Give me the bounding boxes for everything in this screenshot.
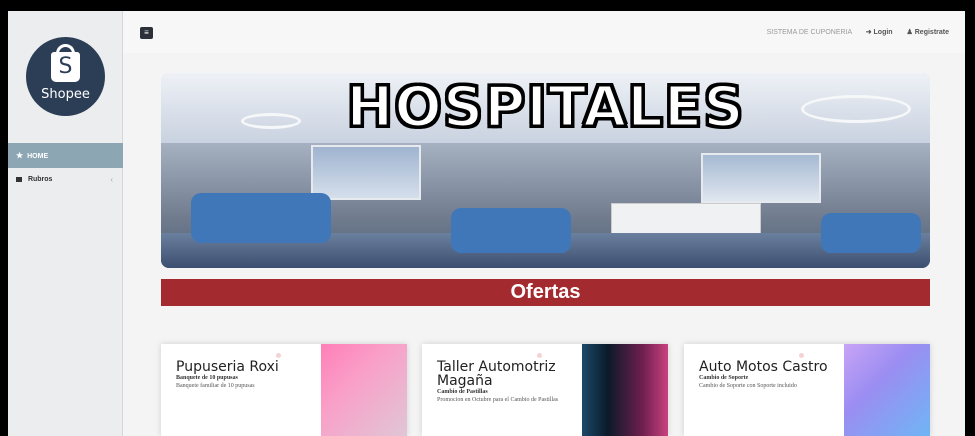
- offer-title: Pupuseria Roxi: [176, 359, 279, 375]
- chevron-left-icon[interactable]: ‹: [110, 170, 113, 190]
- top-nav-links: SISTEMA DE CUPONERIA ➜ Login ♟ Registrat…: [755, 28, 949, 36]
- sidebar: S Shopee ★ HOME Rubros ‹: [8, 11, 123, 436]
- offer-title: Auto Motos Castro: [699, 359, 828, 375]
- logo-letter: S: [58, 54, 73, 79]
- offer-description: Promocion en Octubre para el Cambio de P…: [437, 397, 559, 403]
- system-title: SISTEMA DE CUPONERIA: [766, 29, 852, 36]
- banner-window: [701, 153, 821, 203]
- dental-chair: [191, 193, 331, 243]
- dental-chair: [821, 213, 921, 253]
- square-icon: [16, 176, 22, 182]
- shopee-logo[interactable]: S Shopee: [26, 37, 105, 116]
- login-link[interactable]: ➜ Login: [866, 29, 893, 36]
- offer-subtitle: Banquete de 10 pupusas: [176, 375, 238, 381]
- register-link[interactable]: ♟ Registrate: [907, 29, 949, 36]
- sidebar-item-label: HOME: [27, 153, 49, 160]
- offer-card[interactable]: Pupuseria Roxi Banquete de 10 pupusas Ba…: [161, 344, 407, 436]
- offer-card-text: Pupuseria Roxi Banquete de 10 pupusas Ba…: [176, 360, 316, 391]
- offer-image: [582, 344, 668, 436]
- offer-image: [844, 344, 930, 436]
- offer-subtitle: Cambio de Pastillas: [437, 389, 488, 395]
- decorative-dot: [799, 353, 804, 358]
- hero-banner: HOSPITALES: [161, 73, 930, 268]
- sidebar-item-rubros[interactable]: Rubros ‹: [8, 170, 123, 190]
- logo-text: Shopee: [41, 87, 90, 102]
- sidebar-item-label: Rubros: [27, 176, 53, 183]
- dental-chair: [451, 208, 571, 253]
- ofertas-section-header: Ofertas: [161, 279, 930, 306]
- star-icon: ★: [16, 151, 24, 160]
- decorative-dot: [276, 353, 281, 358]
- browser-viewport: S Shopee ★ HOME Rubros ‹ ≡ SISTEMA DE CU…: [8, 11, 965, 436]
- offer-card-text: Taller Automotriz Magaña Cambio de Pasti…: [437, 360, 577, 405]
- sidebar-item-home[interactable]: ★ HOME: [8, 143, 123, 168]
- offer-image: [321, 344, 407, 436]
- offer-card[interactable]: Taller Automotriz Magaña Cambio de Pasti…: [422, 344, 668, 436]
- offer-title: Taller Automotriz Magaña: [437, 359, 556, 389]
- offer-subtitle: Cambio de Soporte: [699, 375, 749, 381]
- offer-card[interactable]: Auto Motos Castro Cambio de Soporte Camb…: [684, 344, 930, 436]
- offer-description: Banquete familiar de 10 pupusas: [176, 383, 255, 389]
- menu-toggle-button[interactable]: ≡: [140, 27, 153, 39]
- banner-window: [311, 145, 421, 200]
- offer-description: Cambio de Soporte con Soporte incluido: [699, 383, 797, 389]
- top-navbar: ≡ SISTEMA DE CUPONERIA ➜ Login ♟ Registr…: [123, 11, 965, 53]
- decorative-dot: [537, 353, 542, 358]
- main-content: ≡ SISTEMA DE CUPONERIA ➜ Login ♟ Registr…: [123, 11, 965, 436]
- offer-card-text: Auto Motos Castro Cambio de Soporte Camb…: [699, 360, 839, 391]
- banner-title: HOSPITALES: [345, 74, 745, 142]
